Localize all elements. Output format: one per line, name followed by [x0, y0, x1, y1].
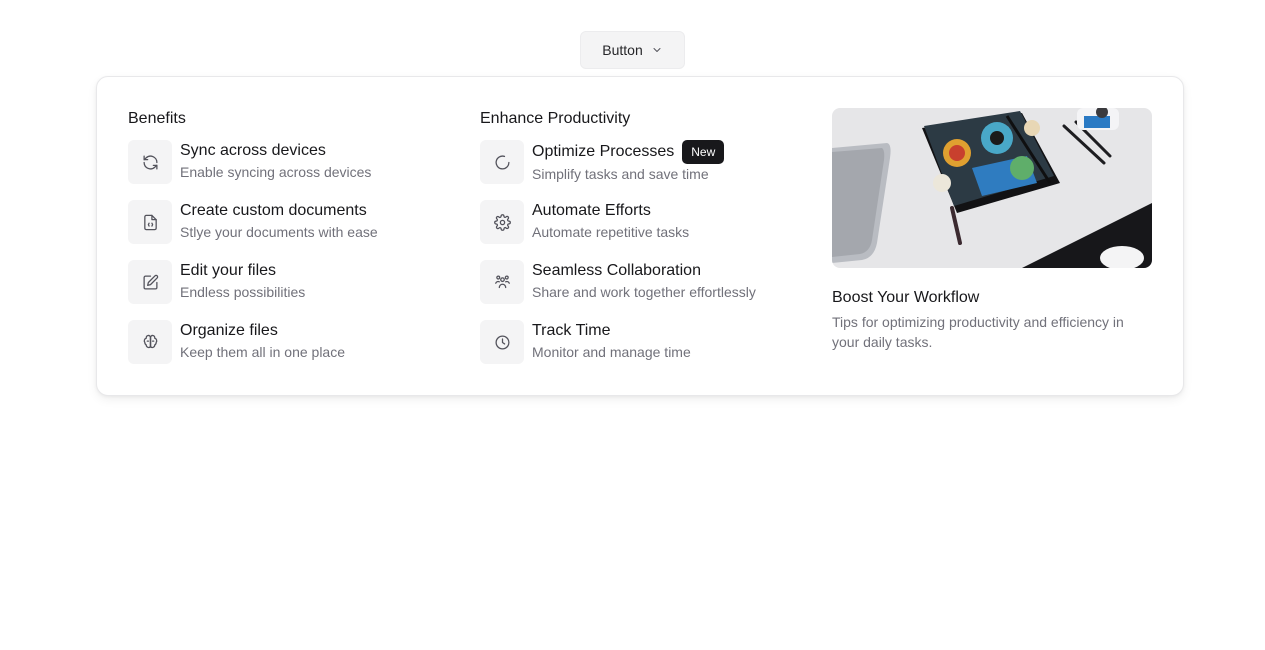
menu-item-description: Stlye your documents with ease	[180, 224, 378, 240]
chevron-down-icon	[653, 48, 661, 52]
loader-icon	[480, 140, 524, 184]
benefits-title: Benefits	[128, 110, 186, 127]
menu-item-title: Sync across devices	[180, 142, 326, 159]
feature-description: Tips for optimizing productivity and eff…	[832, 314, 1124, 350]
sync-icon	[128, 140, 172, 184]
new-badge: New	[682, 140, 725, 164]
feature-title: Boost Your Workflow	[832, 289, 980, 306]
clock-icon	[480, 320, 524, 364]
menu-item-description: Automate repetitive tasks	[532, 224, 690, 240]
menu-item-description: Simplify tasks and save time	[532, 166, 709, 182]
menu-item-title: Seamless Collaboration	[532, 262, 701, 279]
menu-item-title: Organize files	[180, 322, 278, 339]
users-icon	[480, 260, 524, 304]
benefits-column: Benefits Sync across devices Enable sync…	[128, 108, 448, 380]
menu-item-create-documents[interactable]: Create custom documents Stlye your docum…	[128, 200, 448, 260]
brain-icon	[128, 320, 172, 364]
menu-item-seamless-collaboration[interactable]: Seamless Collaboration Share and work to…	[480, 260, 810, 320]
menu-item-description: Monitor and manage time	[532, 344, 691, 360]
menu-item-edit-files[interactable]: Edit your files Endless possibilities	[128, 260, 448, 320]
menu-item-automate-efforts[interactable]: Automate Efforts Automate repetitive tas…	[480, 200, 810, 260]
menu-item-title: Optimize Processes	[532, 143, 675, 160]
edit-icon	[128, 260, 172, 304]
menu-item-description: Enable syncing across devices	[180, 164, 372, 180]
mega-menu-panel: Benefits Sync across devices Enable sync…	[96, 76, 1184, 396]
menu-item-description: Endless possibilities	[180, 284, 306, 300]
feature-card[interactable]: Boost Your Workflow Tips for optimizing …	[832, 108, 1153, 352]
menu-item-track-time[interactable]: Track Time Monitor and manage time	[480, 320, 810, 380]
dropdown-trigger-button[interactable]: Button	[580, 31, 685, 69]
trigger-label: Button	[602, 42, 643, 58]
document-icon	[128, 200, 172, 244]
productivity-column: Enhance Productivity Optimize Processes …	[480, 108, 810, 380]
menu-item-title: Track Time	[532, 322, 611, 339]
menu-item-title: Automate Efforts	[532, 202, 651, 219]
gear-icon	[480, 200, 524, 244]
productivity-title: Enhance Productivity	[480, 110, 631, 127]
menu-item-organize-files[interactable]: Organize files Keep them all in one plac…	[128, 320, 448, 380]
menu-item-sync[interactable]: Sync across devices Enable syncing acros…	[128, 140, 448, 200]
menu-item-description: Share and work together effortlessly	[532, 284, 756, 300]
menu-item-description: Keep them all in one place	[180, 344, 345, 360]
notebook-photo	[832, 108, 1152, 268]
menu-item-optimize-processes[interactable]: Optimize Processes New Simplify tasks an…	[480, 140, 810, 200]
menu-item-title: Create custom documents	[180, 202, 367, 219]
menu-item-title: Edit your files	[180, 262, 277, 279]
